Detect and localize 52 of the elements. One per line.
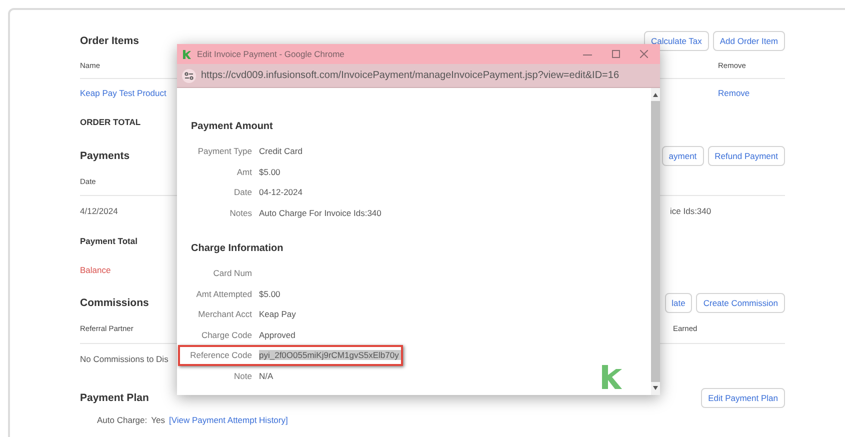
action-button[interactable]: ayment xyxy=(662,146,704,166)
action-button[interactable]: Calculate Tax xyxy=(644,31,709,51)
field-label: Charge Code xyxy=(200,330,252,340)
field-label: Card Num xyxy=(212,268,252,278)
field-label: Merchant Acct xyxy=(197,309,252,320)
section-heading: Payment Amount xyxy=(190,120,274,134)
history-link[interactable]: [View Payment Attempt History] xyxy=(168,415,288,425)
balance-label: Balance xyxy=(80,265,112,275)
field-value: $5.00 xyxy=(259,288,282,299)
total-label: Payment Total xyxy=(80,236,138,246)
maximize-icon[interactable] xyxy=(612,50,620,58)
action-button[interactable]: Refund Payment xyxy=(708,146,785,166)
section-title: Payment Plan xyxy=(80,392,150,404)
table-cell-text: 4/12/2024 xyxy=(80,206,119,216)
table-cell-text: ice Ids:340 xyxy=(669,206,712,216)
field-label: Amt xyxy=(236,166,252,177)
field-value: Credit Card xyxy=(259,146,304,156)
remove-link[interactable]: Remove xyxy=(660,88,785,98)
scrollbar[interactable] xyxy=(651,88,660,395)
action-button[interactable]: Create Commission xyxy=(696,293,785,313)
url-text[interactable]: https://cvd009.infusionsoft.com/InvoicePayment/manageInvoicePayment.jsp?view=edit&ID=16 xyxy=(201,70,620,81)
site-settings-icon[interactable] xyxy=(182,68,196,82)
action-button[interactable]: late xyxy=(664,293,692,313)
logo-icon xyxy=(183,50,191,58)
window-title: Edit Invoice Payment - Google Chrome xyxy=(197,49,346,59)
close-icon[interactable] xyxy=(640,50,648,58)
field-value: $5.00 xyxy=(259,166,282,177)
auto-charge-label: Auto Charge: xyxy=(97,415,148,425)
field-label: Date xyxy=(233,187,252,198)
total-label: ORDER TOTAL xyxy=(80,117,142,127)
field-label: Amt Attempted xyxy=(195,288,252,299)
empty-message: No Commissions to Dis xyxy=(80,354,170,364)
field-label: Payment Type xyxy=(196,146,252,156)
field-label: Reference Code xyxy=(189,350,252,360)
scroll-up-icon[interactable] xyxy=(653,93,658,97)
section-title: Order Items xyxy=(80,35,140,47)
field-value: N/A xyxy=(259,370,274,381)
action-button[interactable]: Add Order Item xyxy=(712,31,785,51)
section-heading: Charge Information xyxy=(190,242,284,256)
section-title: Payments xyxy=(80,150,131,162)
field-value: 04-12-2024 xyxy=(259,187,304,198)
scroll-down-icon[interactable] xyxy=(653,386,658,390)
field-value: Auto Charge For Invoice Ids:340 xyxy=(259,208,382,218)
field-value: Approved xyxy=(259,330,296,340)
field-value: pyi_2f0O055miKj9rCM1gvS5xElb70y xyxy=(259,350,401,360)
field-label: Note xyxy=(233,370,252,381)
field-label: Notes xyxy=(228,208,252,218)
logo-icon xyxy=(602,365,622,389)
action-button[interactable]: Edit Payment Plan xyxy=(701,388,785,408)
section-title: Commissions xyxy=(80,297,150,309)
field-value: Keap Pay xyxy=(259,309,297,320)
auto-charge-value: Yes xyxy=(151,415,165,425)
